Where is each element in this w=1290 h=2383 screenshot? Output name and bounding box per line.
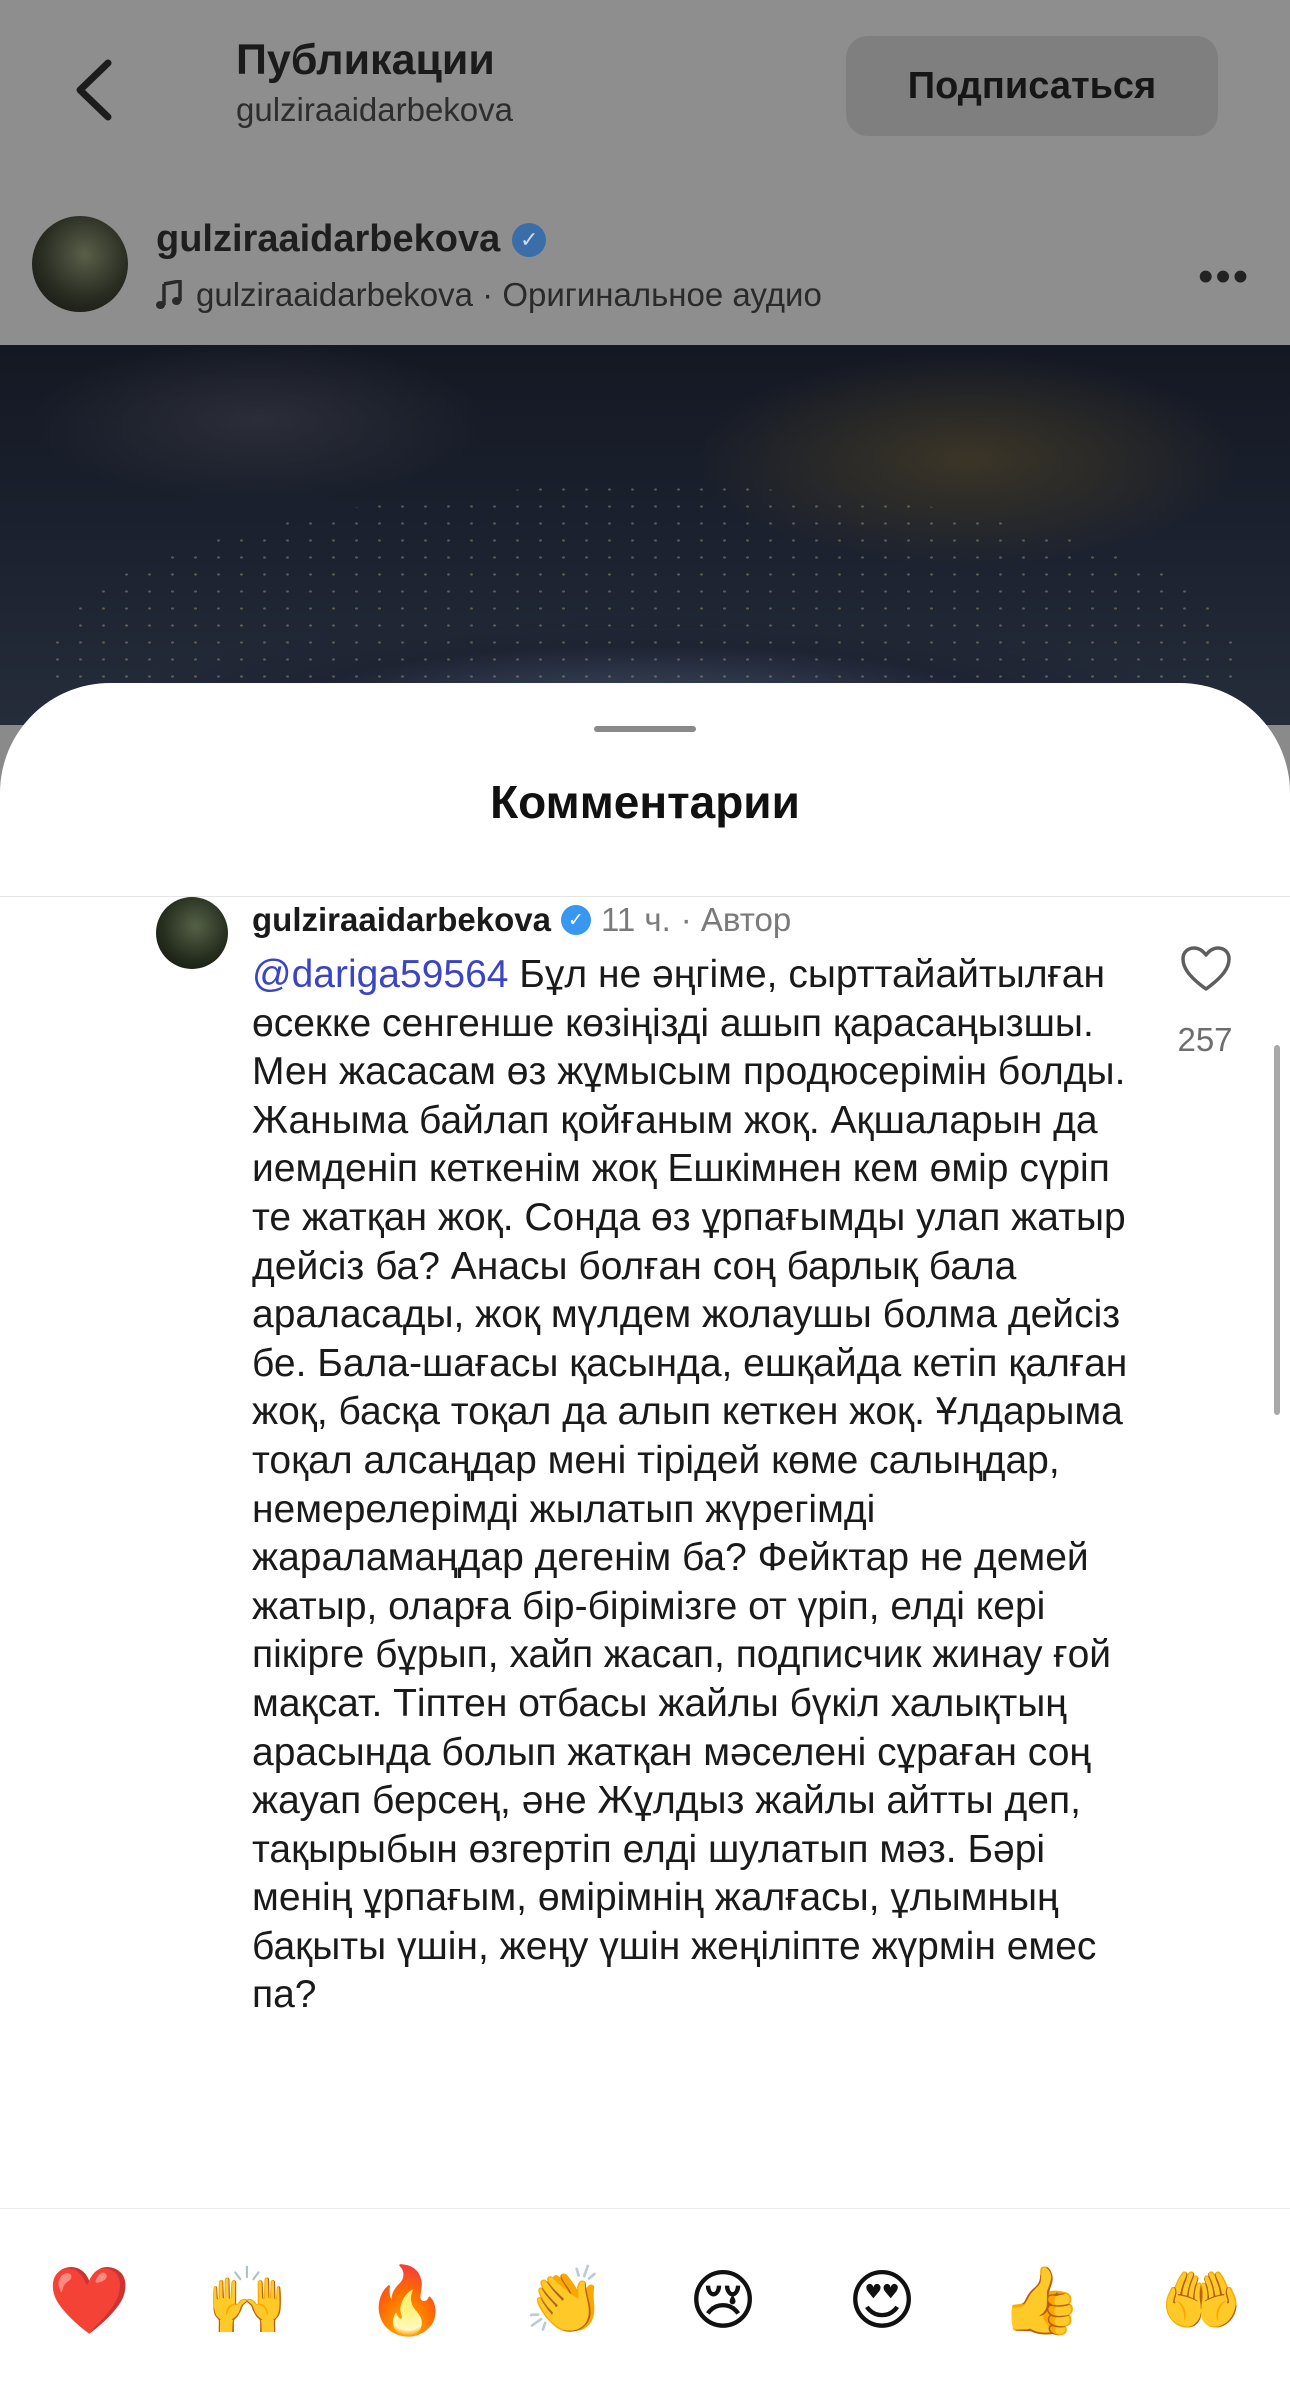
comments-sheet: Комментарии gulziraaidarbekova ✓ 11 ч. ·… xyxy=(0,683,1290,2383)
heart-eyes-emoji[interactable]: 😍 xyxy=(842,2261,922,2341)
sheet-title: Комментарии xyxy=(490,776,800,828)
post-author-username: gulziraaidarbekova xyxy=(156,218,501,260)
header-title-block: Публикации gulziraaidarbekova xyxy=(236,36,513,129)
comment-body: Бұл не әңгіме, сырттайайтылған өсекке се… xyxy=(252,953,1128,2017)
scrollbar[interactable] xyxy=(1274,1045,1280,1415)
like-count: 257 xyxy=(1177,1021,1233,1058)
comment-mention[interactable]: @dariga59564 xyxy=(252,953,508,996)
top-navigation-bar: Публикации gulziraaidarbekova Подписатьс… xyxy=(0,0,1290,190)
post-audio-link[interactable]: gulziraaidarbekova · Оригинальное аудио xyxy=(156,276,822,314)
quick-reactions-bar: ❤️ 🙌 🔥 👏 😢 😍 👍 🤲 xyxy=(0,2208,1290,2383)
comment-author-avatar[interactable] xyxy=(156,897,228,969)
sheet-drag-handle[interactable] xyxy=(594,726,696,732)
clapping-hands-emoji[interactable]: 👏 xyxy=(524,2261,606,2341)
music-note-icon xyxy=(156,280,182,309)
comment-author-tag: · Автор xyxy=(680,901,792,938)
post-audio-label: gulziraaidarbekova · Оригинальное аудио xyxy=(196,276,822,313)
post-media-image[interactable] xyxy=(0,345,1290,725)
back-arrow-icon[interactable] xyxy=(70,55,120,125)
verified-badge-icon: ✓ xyxy=(512,222,547,257)
comment-text: @dariga59564 Бұл не әңгіме, сырттайайтыл… xyxy=(252,951,1132,2020)
page-title: Публикации xyxy=(236,36,495,84)
more-options-icon[interactable]: ••• xyxy=(1198,252,1250,302)
red-heart-emoji[interactable]: ❤️ xyxy=(48,2261,130,2341)
page-subtitle: gulziraaidarbekova xyxy=(236,91,514,128)
heart-icon[interactable] xyxy=(1180,945,1232,993)
raising-hands-emoji[interactable]: 🙌 xyxy=(206,2261,288,2341)
subscribe-button[interactable]: Подписаться xyxy=(846,36,1218,136)
thumbs-up-emoji[interactable]: 👍 xyxy=(1000,2261,1082,2341)
comment-author-username[interactable]: gulziraaidarbekova xyxy=(252,901,551,939)
stadium-lights-decoration xyxy=(51,485,1239,725)
post-author-avatar[interactable] xyxy=(32,216,128,312)
fire-emoji[interactable]: 🔥 xyxy=(366,2261,448,2341)
post-header: gulziraaidarbekova ✓ gulziraaidarbekova … xyxy=(0,190,1290,345)
comment-time: 11 ч. xyxy=(600,901,671,938)
comment-header: gulziraaidarbekova ✓ 11 ч. · Автор xyxy=(252,901,791,939)
post-author[interactable]: gulziraaidarbekova ✓ xyxy=(156,218,547,261)
open-hands-emoji[interactable]: 🤲 xyxy=(1160,2261,1242,2341)
verified-badge-icon: ✓ xyxy=(560,905,591,935)
crying-face-emoji[interactable]: 😢 xyxy=(683,2261,763,2341)
